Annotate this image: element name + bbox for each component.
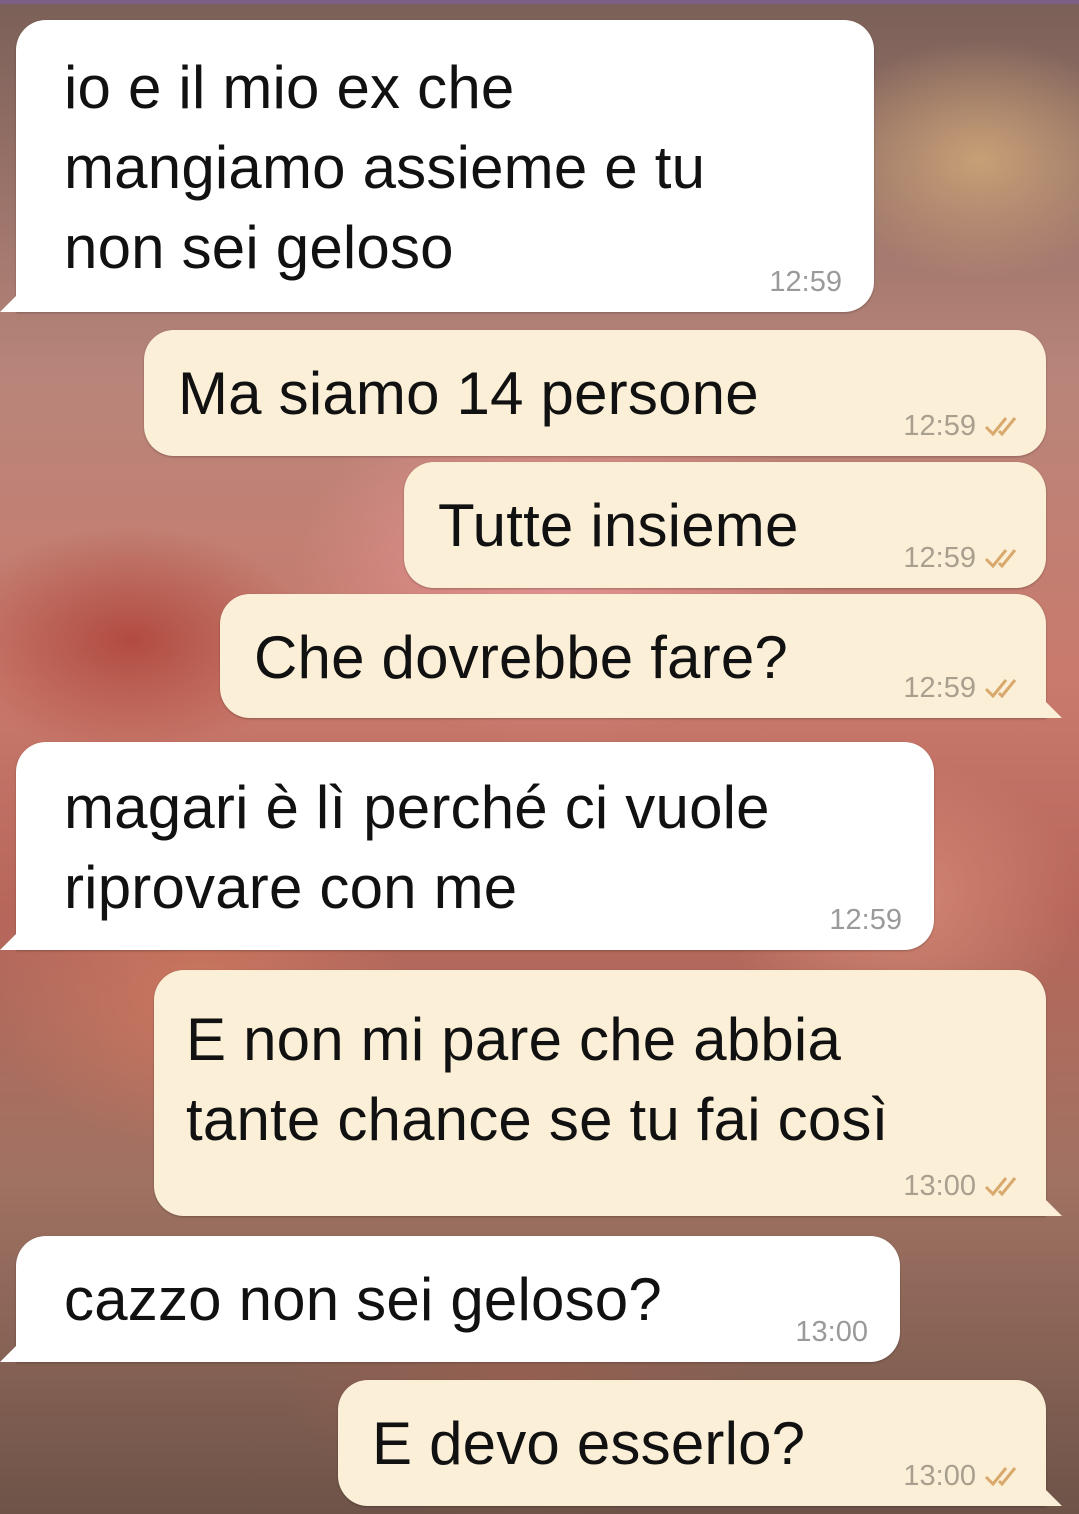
message-text: Ma siamo 14 persone: [178, 360, 759, 427]
message-meta: 12:59: [903, 672, 1026, 704]
message-text: magari è lì perché ci vuole riprovare co…: [64, 774, 770, 921]
message-time: 12:59: [903, 410, 976, 442]
message-time: 13:00: [903, 1460, 976, 1492]
message-text: Che dovrebbe fare?: [254, 624, 788, 691]
message-time: 12:59: [903, 542, 976, 574]
message-text: Tutte insieme: [438, 492, 799, 559]
double-check-icon: [984, 1467, 1017, 1487]
message-meta: 12:59: [769, 266, 842, 298]
message-bubble-incoming[interactable]: cazzo non sei geloso? 13:00: [0, 1236, 900, 1362]
message-meta: 13:00: [903, 1460, 1026, 1492]
message-text: cazzo non sei geloso?: [64, 1266, 662, 1333]
message-time: 13:00: [903, 1170, 976, 1202]
double-check-icon: [984, 1177, 1017, 1197]
message-time: 12:59: [903, 672, 976, 704]
message-list[interactable]: io e il mio ex che mangiamo assieme e tu…: [0, 0, 1079, 1514]
message-meta: 13:00: [795, 1316, 868, 1348]
message-bubble-outgoing[interactable]: E non mi pare che abbia tante chance se …: [154, 970, 1062, 1216]
double-check-icon: [984, 679, 1017, 699]
double-check-icon: [984, 417, 1017, 437]
message-bubble-outgoing[interactable]: Ma siamo 14 persone 12:59: [144, 330, 1046, 456]
message-time: 13:00: [795, 1316, 868, 1348]
message-meta: 13:00: [903, 1170, 1026, 1202]
message-meta: 12:59: [903, 410, 1026, 442]
message-time: 12:59: [829, 904, 902, 936]
message-text: E non mi pare che abbia tante chance se …: [186, 1006, 889, 1153]
message-bubble-outgoing[interactable]: Che dovrebbe fare? 12:59: [220, 594, 1062, 718]
message-bubble-outgoing[interactable]: E devo esserlo? 13:00: [338, 1380, 1062, 1506]
message-bubble-outgoing[interactable]: Tutte insieme 12:59: [404, 462, 1046, 588]
message-meta: 12:59: [829, 904, 902, 936]
message-meta: 12:59: [903, 542, 1026, 574]
message-text: E devo esserlo?: [372, 1410, 806, 1477]
message-bubble-incoming[interactable]: io e il mio ex che mangiamo assieme e tu…: [0, 20, 874, 312]
message-bubble-incoming[interactable]: magari è lì perché ci vuole riprovare co…: [0, 742, 934, 950]
double-check-icon: [984, 549, 1017, 569]
message-text: io e il mio ex che mangiamo assieme e tu…: [64, 54, 706, 281]
message-time: 12:59: [769, 266, 842, 298]
